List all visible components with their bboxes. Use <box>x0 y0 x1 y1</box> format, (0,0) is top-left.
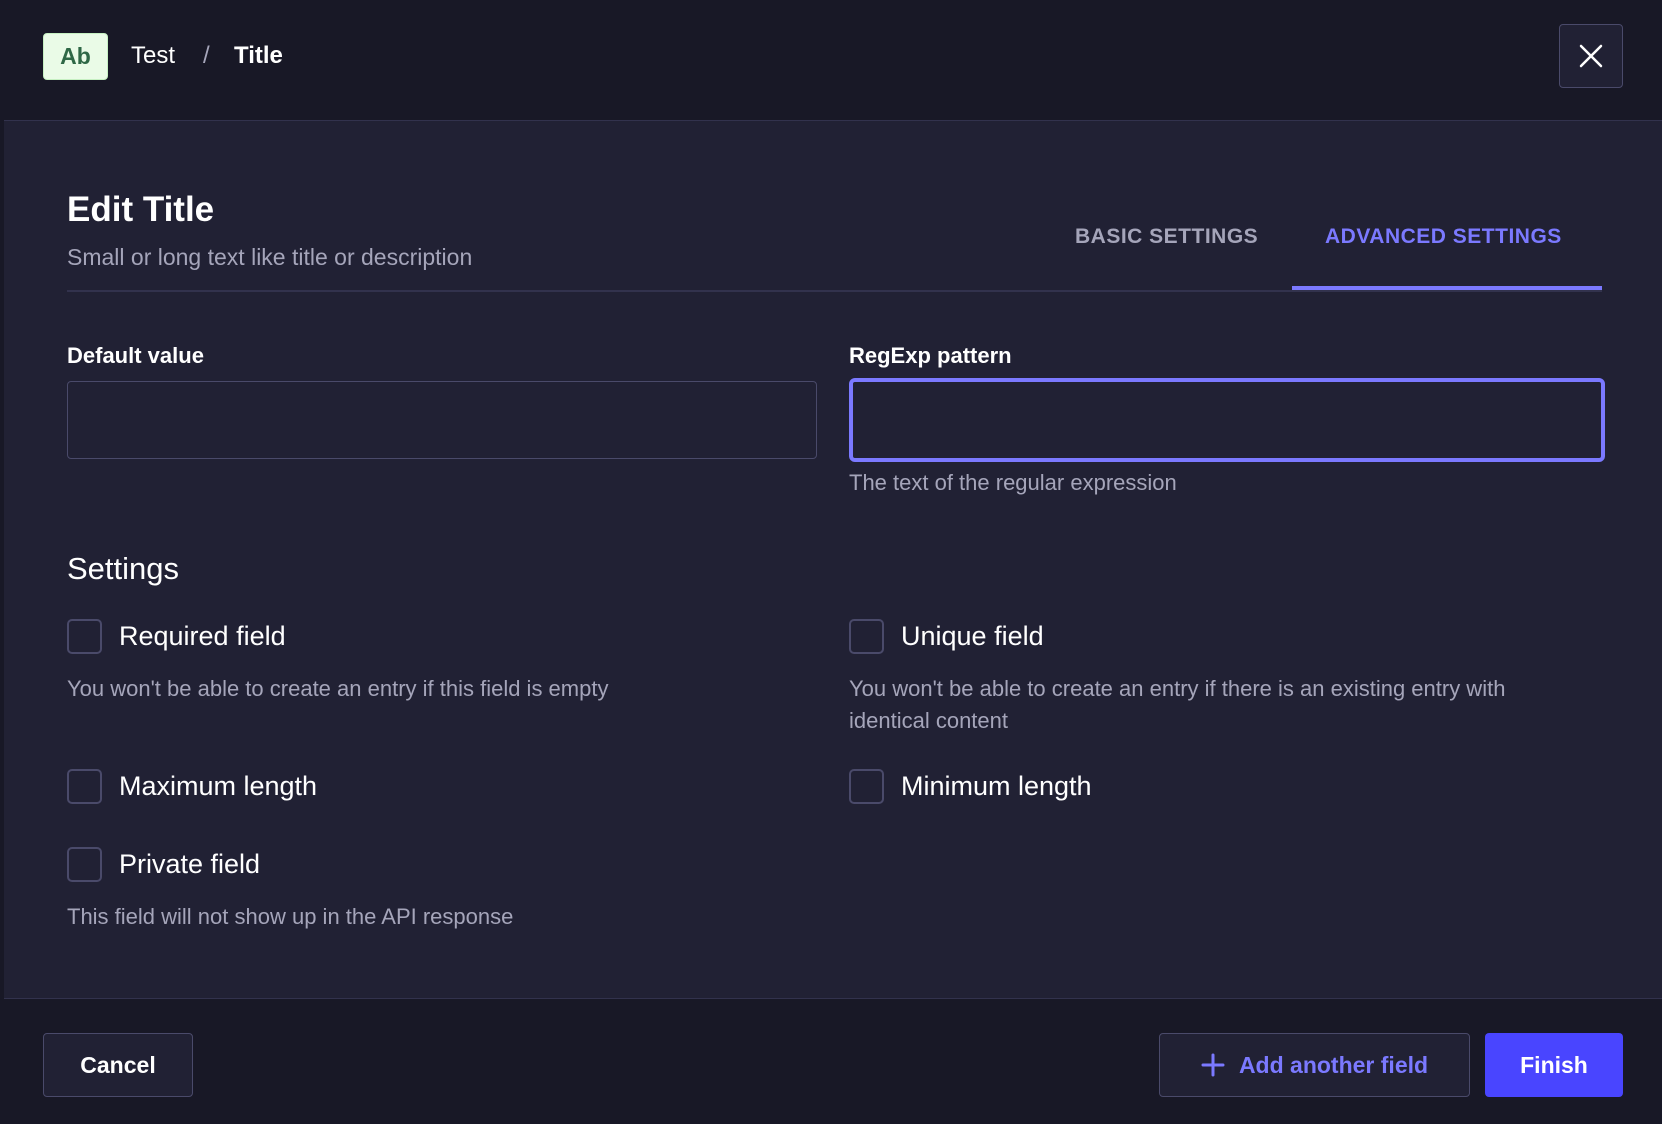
close-icon <box>1579 44 1603 68</box>
modal-title: Edit Title <box>67 190 215 229</box>
maximum-length-checkbox[interactable] <box>67 769 102 804</box>
unique-field-option[interactable]: Unique field <box>849 619 1044 654</box>
maximum-length-option[interactable]: Maximum length <box>67 769 317 804</box>
settings-heading: Settings <box>67 551 180 586</box>
private-field-option[interactable]: Private field <box>67 847 260 882</box>
close-button[interactable] <box>1559 24 1623 88</box>
required-field-hint: You won't be able to create an entry if … <box>67 676 609 701</box>
breadcrumb-separator: / <box>203 42 210 69</box>
finish-button[interactable]: Finish <box>1485 1033 1623 1097</box>
edit-field-modal: Ab Test / Title Edit Title Small or long… <box>4 0 1662 1124</box>
tab-basic-settings[interactable]: BASIC SETTINGS <box>1075 225 1258 249</box>
tab-advanced-settings[interactable]: ADVANCED SETTINGS <box>1325 225 1562 249</box>
add-another-field-label: Add another field <box>1238 1051 1429 1078</box>
private-field-hint: This field will not show up in the API r… <box>67 904 514 929</box>
minimum-length-checkbox[interactable] <box>849 769 884 804</box>
cancel-button[interactable]: Cancel <box>43 1033 193 1097</box>
regexp-pattern-input[interactable] <box>849 378 1605 462</box>
private-field-checkbox[interactable] <box>67 847 102 882</box>
minimum-length-label: Minimum length <box>901 771 1092 801</box>
unique-field-label: Unique field <box>901 621 1044 651</box>
private-field-label: Private field <box>119 849 261 879</box>
minimum-length-option[interactable]: Minimum length <box>849 769 1092 804</box>
active-tab-indicator <box>1292 286 1602 290</box>
breadcrumb-parent[interactable]: Test <box>131 42 175 70</box>
required-field-checkbox[interactable] <box>67 619 102 654</box>
required-field-label: Required field <box>119 621 286 651</box>
modal-header: Ab Test / Title <box>4 0 1662 121</box>
tabs-divider <box>67 290 1602 292</box>
required-field-option[interactable]: Required field <box>67 619 286 654</box>
unique-field-hint: You won't be able to create an entry if … <box>849 676 1506 733</box>
modal-footer: Cancel Add another field Finish <box>4 998 1662 1124</box>
modal-subtitle: Small or long text like title or descrip… <box>67 244 473 270</box>
breadcrumb-current: Title <box>234 42 283 69</box>
field-type-badge: Ab <box>43 33 108 80</box>
unique-field-checkbox[interactable] <box>849 619 884 654</box>
default-value-label: Default value <box>67 343 204 368</box>
regexp-pattern-label: RegExp pattern <box>849 343 1012 368</box>
regexp-pattern-hint: The text of the regular expression <box>849 470 1177 495</box>
default-value-input[interactable] <box>67 381 817 459</box>
maximum-length-label: Maximum length <box>119 771 318 801</box>
add-another-field-button[interactable]: Add another field <box>1159 1033 1470 1097</box>
plus-icon <box>1201 1053 1225 1077</box>
